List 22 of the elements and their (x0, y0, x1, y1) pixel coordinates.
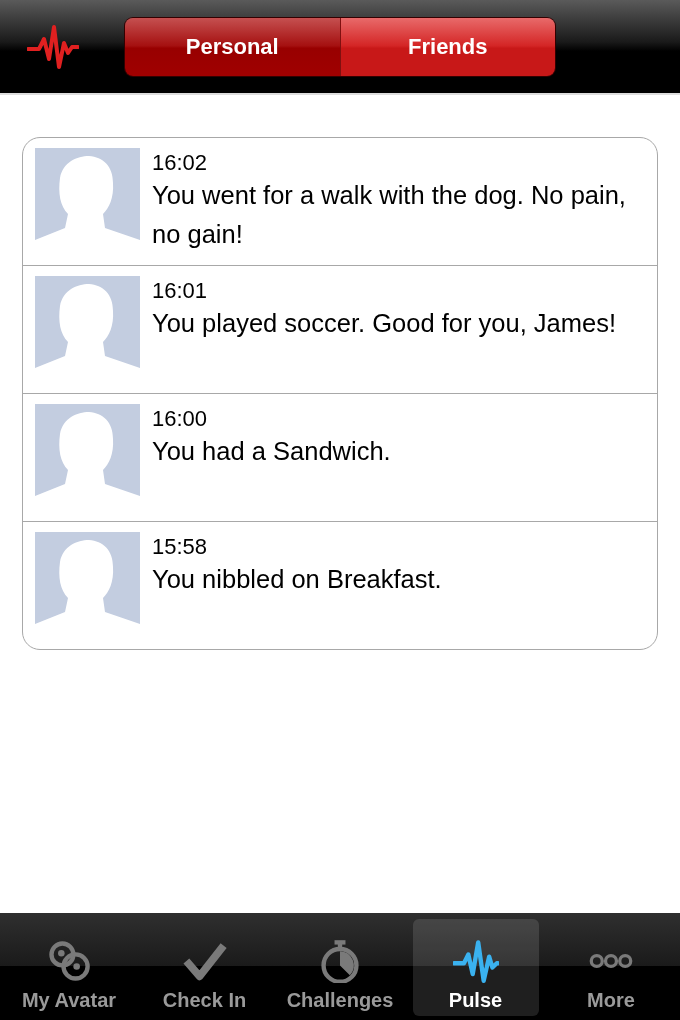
tab-bar-item[interactable]: Check In (141, 919, 268, 1016)
two-circles-icon (46, 939, 92, 983)
pulse-icon (452, 939, 499, 983)
pulse-logo-icon (27, 22, 79, 71)
timestamp: 16:00 (152, 406, 209, 432)
tab-bar-item[interactable]: More (548, 919, 674, 1016)
timestamp: 15:58 (152, 534, 209, 560)
avatar-placeholder-icon (35, 148, 140, 253)
segment-tab[interactable]: Friends (339, 17, 555, 76)
timestamp: 16:02 (152, 150, 209, 176)
avatar-placeholder-icon (35, 532, 140, 637)
timestamp: 16:01 (152, 278, 209, 304)
avatar-placeholder-icon (35, 404, 140, 509)
avatar-placeholder-icon (35, 276, 140, 381)
tab-bar-item[interactable]: Pulse (412, 919, 539, 1016)
activity-message: You nibbled on Breakfast. (152, 564, 442, 595)
segment-tab[interactable]: Personal (125, 17, 340, 76)
tab-bar-item[interactable]: My Avatar (6, 919, 132, 1016)
activity-message: You played soccer. Good for you, James! (152, 308, 616, 339)
activity-message: You went for a walk with the dog. No pain, no gain! (152, 180, 627, 250)
tab-bar-item[interactable]: Challenges (277, 919, 403, 1016)
activity-message: You had a Sandwich. (152, 436, 391, 467)
